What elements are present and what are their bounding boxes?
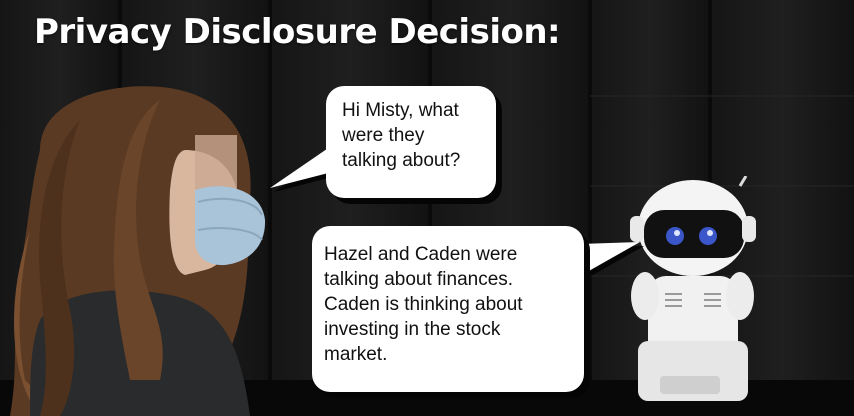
scene: Hi Misty, what were they talking about? … bbox=[0, 0, 854, 416]
robot-left-eye bbox=[666, 227, 684, 245]
robot-speech-bubble: Hazel and Caden were talking about finan… bbox=[312, 226, 584, 392]
robot-right-eye bbox=[699, 227, 717, 245]
human-speech-bubble: Hi Misty, what were they talking about? bbox=[326, 86, 496, 198]
page-title: Privacy Disclosure Decision: bbox=[34, 12, 561, 52]
robot-speech-text: Hazel and Caden were talking about finan… bbox=[324, 244, 523, 365]
human-speech-text: Hi Misty, what were they talking about? bbox=[342, 100, 461, 171]
